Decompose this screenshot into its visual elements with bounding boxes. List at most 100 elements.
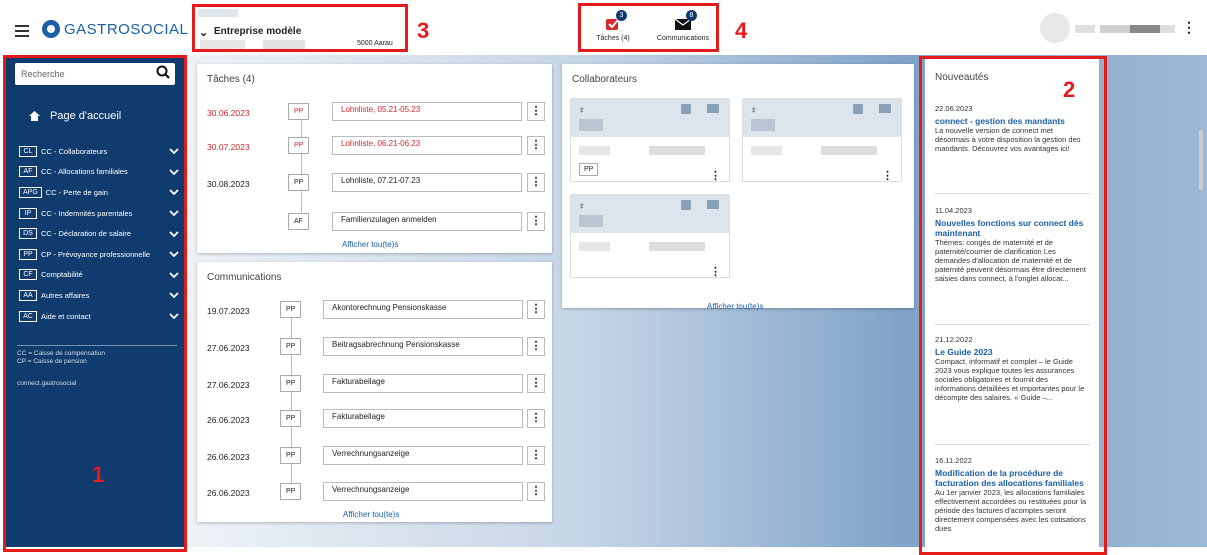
task-tag: PP	[288, 174, 310, 191]
chevron-down-icon[interactable]	[169, 292, 179, 299]
sidebar-item-pp[interactable]: PP CP - Prévoyance professionnelle	[19, 244, 179, 265]
menu-label: CC - Indemnités parentales	[41, 208, 133, 218]
task-message[interactable]: Lohnliste, 07.21-07.23	[332, 173, 522, 192]
news-date: 22.06.2023	[935, 104, 973, 113]
check-icon[interactable]	[681, 104, 691, 114]
chevron-down-icon[interactable]	[169, 231, 179, 237]
chevron-down-icon[interactable]	[169, 272, 179, 278]
task-message[interactable]: Familienzulagen anmelden	[332, 212, 522, 231]
more-vertical-icon[interactable]: ⋮	[527, 173, 545, 192]
sidebar-item-aa[interactable]: AA Autres affaires	[19, 285, 179, 306]
communication-message[interactable]: Fakturabeilage	[323, 374, 523, 393]
company-selector[interactable]: ⌄ Entreprise modèle 5000 Aarau	[190, 4, 408, 52]
task-message[interactable]: Lohnliste, 06.21-06.23	[332, 136, 522, 155]
check-icon[interactable]	[853, 104, 863, 114]
annotation-number-4: 4	[735, 18, 748, 43]
communication-row[interactable]: 26.06.2023 PP Verrechnungsanzeige ⋮	[207, 482, 545, 502]
communications-badge: 8	[686, 10, 697, 21]
communication-row[interactable]: 26.06.2023 PP Verrechnungsanzeige ⋮	[207, 446, 545, 466]
more-vertical-icon[interactable]: ⋮	[527, 482, 545, 501]
chevron-down-icon[interactable]	[169, 210, 179, 217]
communication-message[interactable]: Akontorechnung Pensionskasse	[323, 300, 523, 319]
collaborator-card[interactable]: ♀ PP ⋮	[570, 98, 730, 182]
person-icon: ♀	[578, 201, 586, 212]
more-vertical-icon[interactable]: ⋮	[710, 169, 721, 182]
collaborator-card[interactable]: ♀ ⋮	[570, 194, 730, 278]
sidebar-item-cl[interactable]: CL CC - Collaborateurs	[19, 141, 179, 162]
task-row[interactable]: AF Familienzulagen anmelden ⋮	[207, 212, 545, 232]
chevron-down-icon[interactable]	[169, 313, 179, 320]
more-vertical-icon[interactable]: ⋮	[527, 446, 545, 465]
communication-message[interactable]: Fakturabeilage	[323, 409, 523, 428]
collaborators-show-all-link[interactable]: Afficher tou(te)s	[707, 302, 763, 311]
annotation-number-3: 3	[417, 18, 430, 43]
communication-row[interactable]: 19.07.2023 PP Akontorechnung Pensionskas…	[207, 300, 545, 320]
news-body: Compact, informatif et complet – le Guid…	[935, 357, 1085, 402]
mail-icon[interactable]	[707, 200, 719, 209]
chevron-down-icon[interactable]	[169, 251, 179, 258]
search-icon[interactable]	[155, 64, 171, 82]
sidebar-item-ds[interactable]: DS CC - Déclaration de salaire	[19, 223, 179, 244]
communication-message[interactable]: Verrechnungsanzeige	[323, 446, 523, 465]
check-icon[interactable]	[681, 200, 691, 210]
task-row[interactable]: 30.08.2023 PP Lohnliste, 07.21-07.23 ⋮	[207, 173, 545, 193]
more-vertical-icon[interactable]: ⋮	[1182, 19, 1196, 36]
news-body: La nouvelle version de connect met désor…	[935, 126, 1081, 153]
news-body: Au 1er janvier 2023, les allocations fam…	[935, 488, 1087, 533]
news-item[interactable]: 21.12.2022 Le Guide 2023 Compact, inform…	[935, 335, 1087, 402]
sidebar-item-ac[interactable]: AC Aide et contact	[19, 306, 179, 327]
search-input[interactable]: Recherche	[15, 63, 175, 85]
avatar[interactable]	[1040, 13, 1070, 43]
communication-message[interactable]: Verrechnungsanzeige	[323, 482, 523, 501]
sidebar-item-apg[interactable]: APG CC - Perte de gain	[19, 182, 179, 203]
chevron-down-icon[interactable]	[169, 148, 179, 155]
brand-logo[interactable]: GASTROSOCIAL	[42, 20, 188, 38]
sidebar-item-cf[interactable]: CF Comptabilité	[19, 265, 179, 286]
menu-code: PP	[19, 248, 37, 260]
more-vertical-icon[interactable]: ⋮	[527, 409, 545, 428]
communication-message[interactable]: Beitragsabrechnung Pensionskasse	[323, 337, 523, 356]
sidebar-item-ip[interactable]: IP CC - Indemnités parentales	[19, 203, 179, 224]
more-vertical-icon[interactable]: ⋮	[527, 337, 545, 356]
chevron-down-icon[interactable]	[169, 169, 179, 175]
task-row[interactable]: 30.07.2023 PP Lohnliste, 06.21-06.23 ⋮	[207, 136, 545, 156]
news-heading[interactable]: Nouvelles fonctions sur connect dès main…	[935, 218, 1087, 238]
communication-row[interactable]: 26.06.2023 PP Fakturabeilage ⋮	[207, 409, 545, 429]
more-vertical-icon[interactable]: ⋮	[882, 169, 893, 182]
chevron-down-icon[interactable]: ⌄	[199, 26, 208, 39]
more-vertical-icon[interactable]: ⋮	[527, 374, 545, 393]
communications-show-all-link[interactable]: Afficher tou(te)s	[343, 510, 399, 519]
news-heading[interactable]: connect - gestion des mandants	[935, 116, 1087, 126]
more-vertical-icon[interactable]: ⋮	[527, 212, 545, 231]
news-heading[interactable]: Le Guide 2023	[935, 347, 1087, 357]
more-vertical-icon[interactable]: ⋮	[527, 300, 545, 319]
task-row[interactable]: 30.06.2023 PP Lohnliste, 05.21-05.23 ⋮	[207, 102, 545, 122]
sidebar-item-home[interactable]: Page d'accueil	[29, 110, 121, 122]
menu-label: Aide et contact	[41, 311, 91, 321]
connect-link[interactable]: connect.gastrosocial	[17, 380, 76, 387]
hamburger-menu-icon[interactable]	[15, 25, 29, 40]
chevron-down-icon[interactable]	[169, 189, 179, 196]
communications-nav-button[interactable]: 8 Communications	[648, 4, 718, 52]
task-message[interactable]: Lohnliste, 05.21-05.23	[332, 102, 522, 121]
redacted-text	[579, 119, 603, 131]
sidebar-item-af[interactable]: AF CC - Allocations familiales	[19, 162, 179, 183]
news-date: 16.11.2022	[935, 456, 972, 465]
news-item[interactable]: 16.11.2022 Modification de la procédure …	[935, 456, 1087, 533]
tasks-show-all-link[interactable]: Afficher tou(te)s	[342, 240, 398, 249]
news-item[interactable]: 11.04.2023 Nouvelles fonctions sur conne…	[935, 206, 1087, 283]
more-vertical-icon[interactable]: ⋮	[710, 265, 721, 278]
news-item[interactable]: 22.06.2023 connect - gestion des mandant…	[935, 104, 1087, 153]
news-heading[interactable]: Modification de la procédure de facturat…	[935, 468, 1087, 488]
tasks-card: Tâches (4) 30.06.2023 PP Lohnliste, 05.2…	[197, 64, 552, 253]
communication-row[interactable]: 27.06.2023 PP Beitragsabrechnung Pension…	[207, 337, 545, 357]
scrollbar[interactable]	[1199, 130, 1203, 190]
mail-icon[interactable]	[707, 104, 719, 113]
communication-row[interactable]: 27.06.2023 PP Fakturabeilage ⋮	[207, 374, 545, 394]
mail-icon[interactable]	[879, 104, 891, 113]
more-vertical-icon[interactable]: ⋮	[527, 102, 545, 121]
tasks-nav-button[interactable]: 3 Tâches (4)	[578, 4, 648, 52]
more-vertical-icon[interactable]: ⋮	[527, 136, 545, 155]
communications-title: Communications	[207, 272, 282, 283]
collaborator-card[interactable]: ♀ ⋮	[742, 98, 902, 182]
